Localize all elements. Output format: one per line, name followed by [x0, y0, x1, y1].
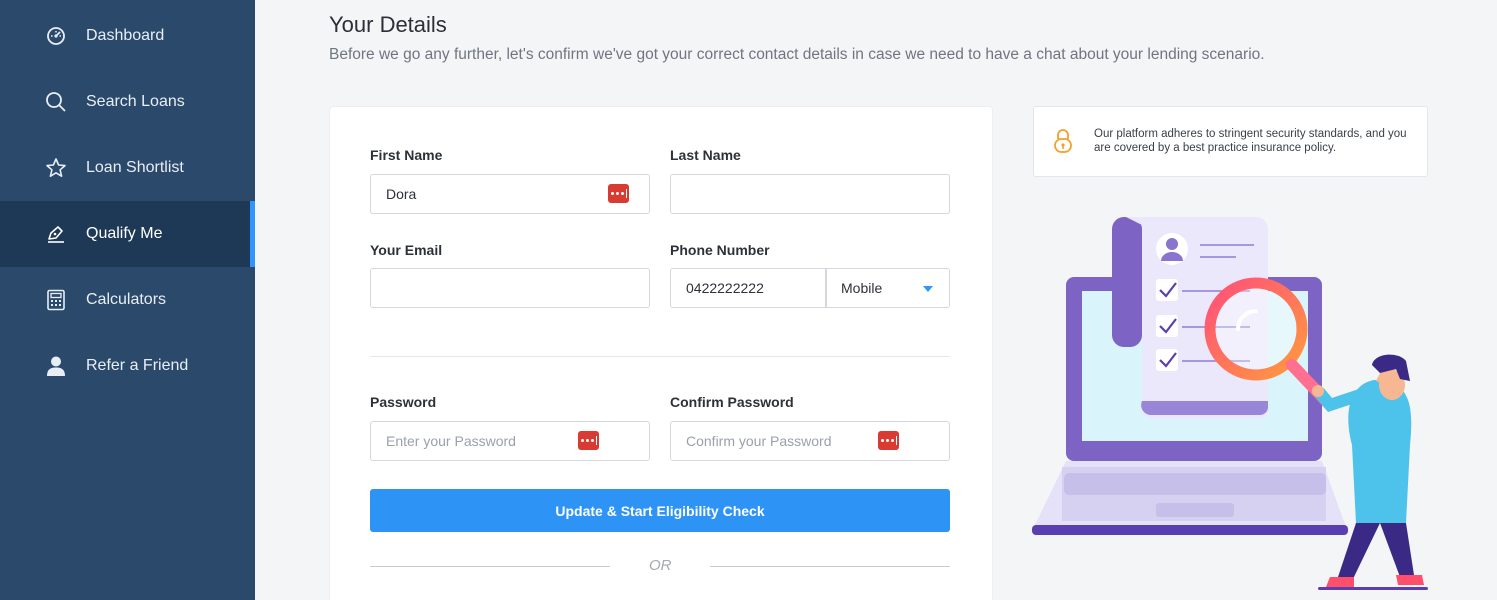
sidebar-item-label: Loan Shortlist	[86, 159, 184, 176]
last-name-label: Last Name	[670, 147, 741, 163]
sidebar-item-refer-a-friend[interactable]: Refer a Friend	[0, 333, 255, 399]
verification-illustration	[1030, 205, 1430, 600]
calculator-icon	[44, 288, 68, 312]
email-field[interactable]	[370, 268, 650, 308]
sidebar-item-label: Search Loans	[86, 93, 185, 110]
confirm-password-label: Confirm Password	[670, 394, 794, 410]
sidebar-item-search-loans[interactable]: Search Loans	[0, 69, 255, 135]
form-divider	[370, 356, 950, 357]
sidebar-item-label: Qualify Me	[86, 225, 163, 242]
phone-label: Phone Number	[670, 242, 770, 258]
star-icon	[44, 156, 68, 180]
password-label: Password	[370, 394, 437, 410]
sidebar-item-loan-shortlist[interactable]: Loan Shortlist	[0, 135, 255, 201]
update-start-eligibility-button[interactable]: Update & Start Eligibility Check	[370, 489, 950, 532]
padlock-icon	[1053, 128, 1073, 159]
first-name-value: Dora	[386, 186, 417, 202]
user-icon	[44, 354, 68, 378]
sidebar-item-calculators[interactable]: Calculators	[0, 267, 255, 333]
confirm-password-field[interactable]: Confirm your Password	[670, 421, 950, 461]
security-note-text: Our platform adheres to stringent securi…	[1094, 128, 1407, 154]
pen-icon	[44, 222, 68, 246]
password-manager-icon[interactable]	[608, 184, 629, 203]
phone-value: 0422222222	[686, 280, 764, 296]
details-form-card: First Name Dora Last Name Your Email Pho…	[329, 106, 993, 600]
first-name-label: First Name	[370, 147, 443, 163]
sidebar-item-dashboard[interactable]: Dashboard	[0, 3, 255, 69]
phone-type-select[interactable]: Mobile	[826, 268, 950, 308]
confirm-password-placeholder: Confirm your Password	[686, 433, 832, 449]
dashboard-gauge-icon	[44, 24, 68, 48]
first-name-field[interactable]: Dora	[370, 174, 650, 214]
email-label: Your Email	[370, 242, 443, 258]
or-divider-left	[370, 566, 610, 567]
sidebar-item-label: Dashboard	[86, 27, 165, 44]
password-field[interactable]: Enter your Password	[370, 421, 650, 461]
page-title: Your Details	[329, 12, 447, 37]
phone-field[interactable]: 0422222222	[670, 268, 826, 308]
sidebar: Dashboard Search Loans Loan Shortlist Qu…	[0, 0, 255, 600]
phone-type-value: Mobile	[841, 280, 883, 296]
or-divider-right	[710, 566, 950, 567]
sidebar-item-qualify-me[interactable]: Qualify Me	[0, 201, 255, 267]
password-placeholder: Enter your Password	[386, 433, 516, 449]
last-name-field[interactable]	[670, 174, 950, 214]
password-manager-icon[interactable]	[578, 431, 599, 450]
password-manager-icon[interactable]	[878, 431, 899, 450]
search-icon	[44, 90, 68, 114]
security-note: Our platform adheres to stringent securi…	[1033, 106, 1428, 177]
chevron-down-icon	[923, 286, 933, 292]
page-subtitle: Before we go any further, let's confirm …	[329, 46, 1265, 63]
sidebar-item-label: Calculators	[86, 291, 167, 308]
sidebar-item-label: Refer a Friend	[86, 357, 189, 374]
or-separator-text: OR	[649, 557, 672, 574]
